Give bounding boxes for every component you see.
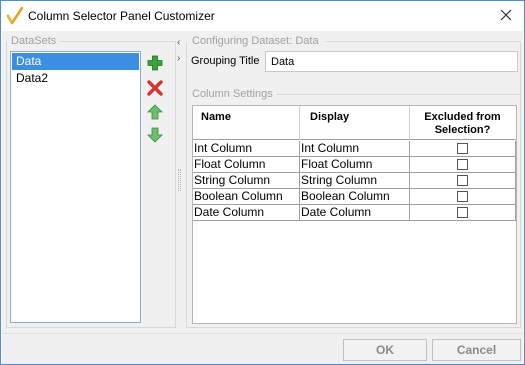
grouping-title-label: Grouping Title [191, 55, 260, 67]
datasets-group-line [60, 41, 176, 42]
cell-display[interactable]: Int Column [300, 141, 410, 157]
header-name[interactable]: Name [193, 106, 300, 140]
grid-header: Name Display Excluded from Selection? [193, 106, 516, 140]
window-title: Column Selector Panel Customizer [28, 9, 215, 23]
cell-name: String Column [193, 173, 300, 189]
datasets-label: DataSets [11, 35, 60, 47]
header-excluded[interactable]: Excluded from Selection? [410, 106, 515, 140]
config-group-line [325, 41, 521, 42]
table-row[interactable]: Boolean Column Boolean Column [193, 189, 516, 205]
table-row[interactable]: Int Column Int Column [193, 141, 516, 157]
panel-splitter-handle[interactable] [178, 169, 181, 191]
table-row[interactable]: String Column String Column [193, 173, 516, 189]
cell-display[interactable]: Float Column [300, 157, 410, 173]
dataset-item-data2[interactable]: Data2 [12, 70, 139, 87]
excluded-checkbox[interactable] [457, 207, 468, 218]
cell-name: Date Column [193, 205, 300, 221]
cell-display[interactable]: String Column [300, 173, 410, 189]
column-settings-grid[interactable]: Name Display Excluded from Selection? In… [192, 105, 517, 324]
cell-display[interactable]: Date Column [300, 205, 410, 221]
datasets-list[interactable]: Data Data2 [10, 51, 141, 323]
close-icon [500, 9, 512, 21]
delete-icon[interactable] [147, 80, 163, 96]
collapse-left-icon[interactable]: ‹ [177, 37, 180, 48]
add-icon[interactable] [147, 55, 163, 71]
expand-right-icon[interactable]: › [177, 53, 180, 64]
grid-right-edge [515, 141, 516, 221]
dialog-footer: OK Cancel [2, 333, 523, 364]
move-up-icon[interactable] [147, 104, 163, 120]
cell-excluded [410, 205, 515, 221]
config-label: Configuring Dataset: Data [192, 35, 322, 47]
column-settings-line [276, 94, 521, 95]
excluded-checkbox[interactable] [457, 143, 468, 154]
excluded-checkbox[interactable] [457, 159, 468, 170]
cancel-button[interactable]: Cancel [432, 339, 521, 361]
cell-name: Int Column [193, 141, 300, 157]
close-button[interactable] [492, 3, 520, 27]
dataset-item-data[interactable]: Data [12, 53, 139, 70]
title-bar[interactable]: Column Selector Panel Customizer [1, 1, 524, 31]
cell-excluded [410, 189, 515, 205]
cell-name: Boolean Column [193, 189, 300, 205]
cell-display[interactable]: Boolean Column [300, 189, 410, 205]
cell-excluded [410, 157, 515, 173]
table-row[interactable]: Date Column Date Column [193, 205, 516, 221]
excluded-checkbox[interactable] [457, 175, 468, 186]
header-display[interactable]: Display [300, 106, 410, 140]
move-down-icon[interactable] [147, 127, 163, 143]
dialog-content: DataSets Data Data2 ‹ › Configuring Data… [2, 31, 523, 333]
column-settings-label: Column Settings [192, 88, 276, 100]
table-row[interactable]: Float Column Float Column [193, 157, 516, 173]
ok-button[interactable]: OK [343, 339, 427, 361]
grouping-title-input[interactable] [265, 51, 518, 72]
app-checkmark-icon [7, 7, 23, 25]
dialog-window: Column Selector Panel Customizer DataSet… [0, 0, 525, 365]
cell-excluded [410, 141, 515, 157]
cell-excluded [410, 173, 515, 189]
cell-name: Float Column [193, 157, 300, 173]
excluded-checkbox[interactable] [457, 191, 468, 202]
